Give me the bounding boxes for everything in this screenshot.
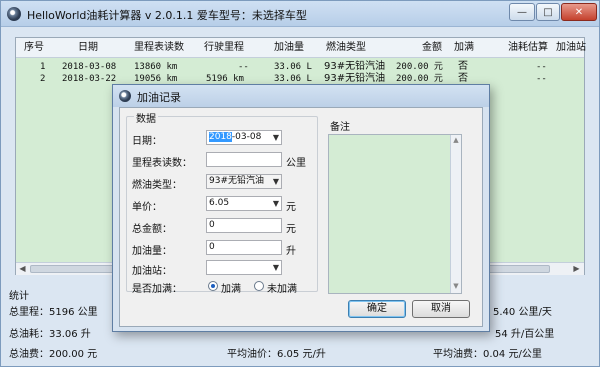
chevron-down-icon[interactable]: ▼ [273, 131, 279, 144]
header-fuel-type[interactable]: 燃油类型 [326, 38, 366, 58]
date-year-selected: 2018 [209, 132, 232, 142]
scroll-left-icon[interactable]: ◀ [16, 263, 29, 275]
ok-button[interactable]: 确定 [348, 300, 406, 318]
cell-index: 2 [40, 74, 46, 84]
cell-consumption: -- [536, 74, 547, 84]
total-amount-unit: 元 [286, 224, 296, 235]
stat-total-mileage: 总里程：5196 公里 [9, 307, 98, 318]
app-icon [7, 7, 21, 21]
radio-full-label[interactable]: 加满 [221, 280, 241, 295]
radio-full[interactable] [208, 281, 218, 291]
notes-textarea[interactable]: ▲ ▼ [328, 134, 462, 294]
dialog-body: 数据 日期： 2018-03-08 ▼ 里程表读数： 公里 燃油类型： 93#无… [119, 107, 483, 327]
chevron-down-icon[interactable]: ▼ [273, 261, 279, 274]
date-picker[interactable]: 2018-03-08 ▼ [206, 130, 282, 145]
fuel-amount-input[interactable]: 0 [206, 240, 282, 255]
fuel-type-select[interactable]: 93#无铅汽油 ▼ [206, 174, 282, 189]
header-station[interactable]: 加油站 [556, 38, 586, 58]
stat-l-per-100km: 54 升/百公里 [495, 329, 555, 340]
header-full[interactable]: 加满 [454, 38, 474, 58]
window-title: HelloWorld油耗计算器 v 2.0.1.1 爱车型号：未选择车型 [27, 9, 307, 22]
table-header: 序号 日期 里程表读数 行驶里程 加油量 燃油类型 金额 加满 油耗估算 加油站 [16, 38, 586, 58]
chevron-down-icon[interactable]: ▼ [273, 175, 279, 188]
stat-avg-price: 平均油价：6.05 元/升 [227, 349, 326, 360]
odometer-input[interactable] [206, 152, 282, 167]
unit-price-value: 6.05 [209, 198, 230, 208]
full-label: 是否加满： [132, 284, 182, 295]
odometer-unit: 公里 [286, 158, 306, 169]
cancel-button[interactable]: 取消 [412, 300, 470, 318]
stats-title: 统计 [9, 291, 29, 302]
minimize-button[interactable]: — [509, 3, 535, 21]
fuel-amount-label: 加油量： [132, 246, 172, 257]
header-odometer[interactable]: 里程表读数 [134, 38, 184, 58]
unit-price-select[interactable]: 6.05 ▼ [206, 196, 282, 211]
header-consumption[interactable]: 油耗估算 [508, 38, 548, 58]
scroll-down-icon[interactable]: ▼ [451, 282, 461, 290]
header-index[interactable]: 序号 [24, 38, 44, 58]
notes-vertical-scrollbar[interactable]: ▲ ▼ [450, 135, 461, 293]
date-rest: -03-08 [231, 132, 262, 142]
scroll-right-icon[interactable]: ▶ [570, 263, 583, 275]
dialog-title-bar[interactable]: 加油记录 [113, 85, 489, 107]
cell-date: 2018-03-22 [62, 74, 117, 84]
odometer-label: 里程表读数： [132, 158, 192, 169]
fuel-amount-unit: 升 [286, 246, 296, 257]
header-amount[interactable]: 金额 [422, 38, 442, 58]
total-amount-input[interactable]: 0 [206, 218, 282, 233]
radio-not-full-label[interactable]: 未加满 [267, 280, 297, 295]
radio-not-full[interactable] [254, 281, 264, 291]
stat-avg-cost-per-km: 平均油费：0.04 元/公里 [433, 349, 542, 360]
close-button[interactable]: ✕ [561, 3, 597, 21]
header-date[interactable]: 日期 [78, 38, 98, 58]
unit-price-unit: 元 [286, 202, 296, 213]
stat-km-per-day: 5.40 公里/天 [493, 307, 552, 318]
title-bar[interactable]: HelloWorld油耗计算器 v 2.0.1.1 爱车型号：未选择车型 — □… [1, 1, 599, 27]
date-label: 日期： [132, 136, 162, 147]
stat-total-fuel: 总油耗：33.06 升 [9, 329, 91, 340]
unit-price-label: 单价： [132, 202, 162, 213]
data-group-label: 数据 [134, 110, 158, 125]
header-distance[interactable]: 行驶里程 [204, 38, 244, 58]
maximize-button[interactable]: □ [536, 3, 560, 21]
header-fuel-amount[interactable]: 加油量 [274, 38, 304, 58]
fuel-type-label: 燃油类型： [132, 180, 182, 191]
total-amount-label: 总金额： [132, 224, 172, 235]
station-select[interactable]: ▼ [206, 260, 282, 275]
fuel-record-dialog: 加油记录 数据 日期： 2018-03-08 ▼ 里程表读数： 公里 燃油类型：… [112, 84, 490, 332]
dialog-title: 加油记录 [137, 91, 181, 104]
dialog-app-icon [119, 90, 131, 102]
notes-label: 备注 [330, 122, 350, 133]
stat-total-cost: 总油费：200.00 元 [9, 349, 98, 360]
station-label: 加油站： [132, 266, 172, 277]
chevron-down-icon[interactable]: ▼ [273, 197, 279, 210]
scroll-up-icon[interactable]: ▲ [451, 136, 461, 144]
fuel-type-value: 93#无铅汽油 [209, 176, 264, 186]
